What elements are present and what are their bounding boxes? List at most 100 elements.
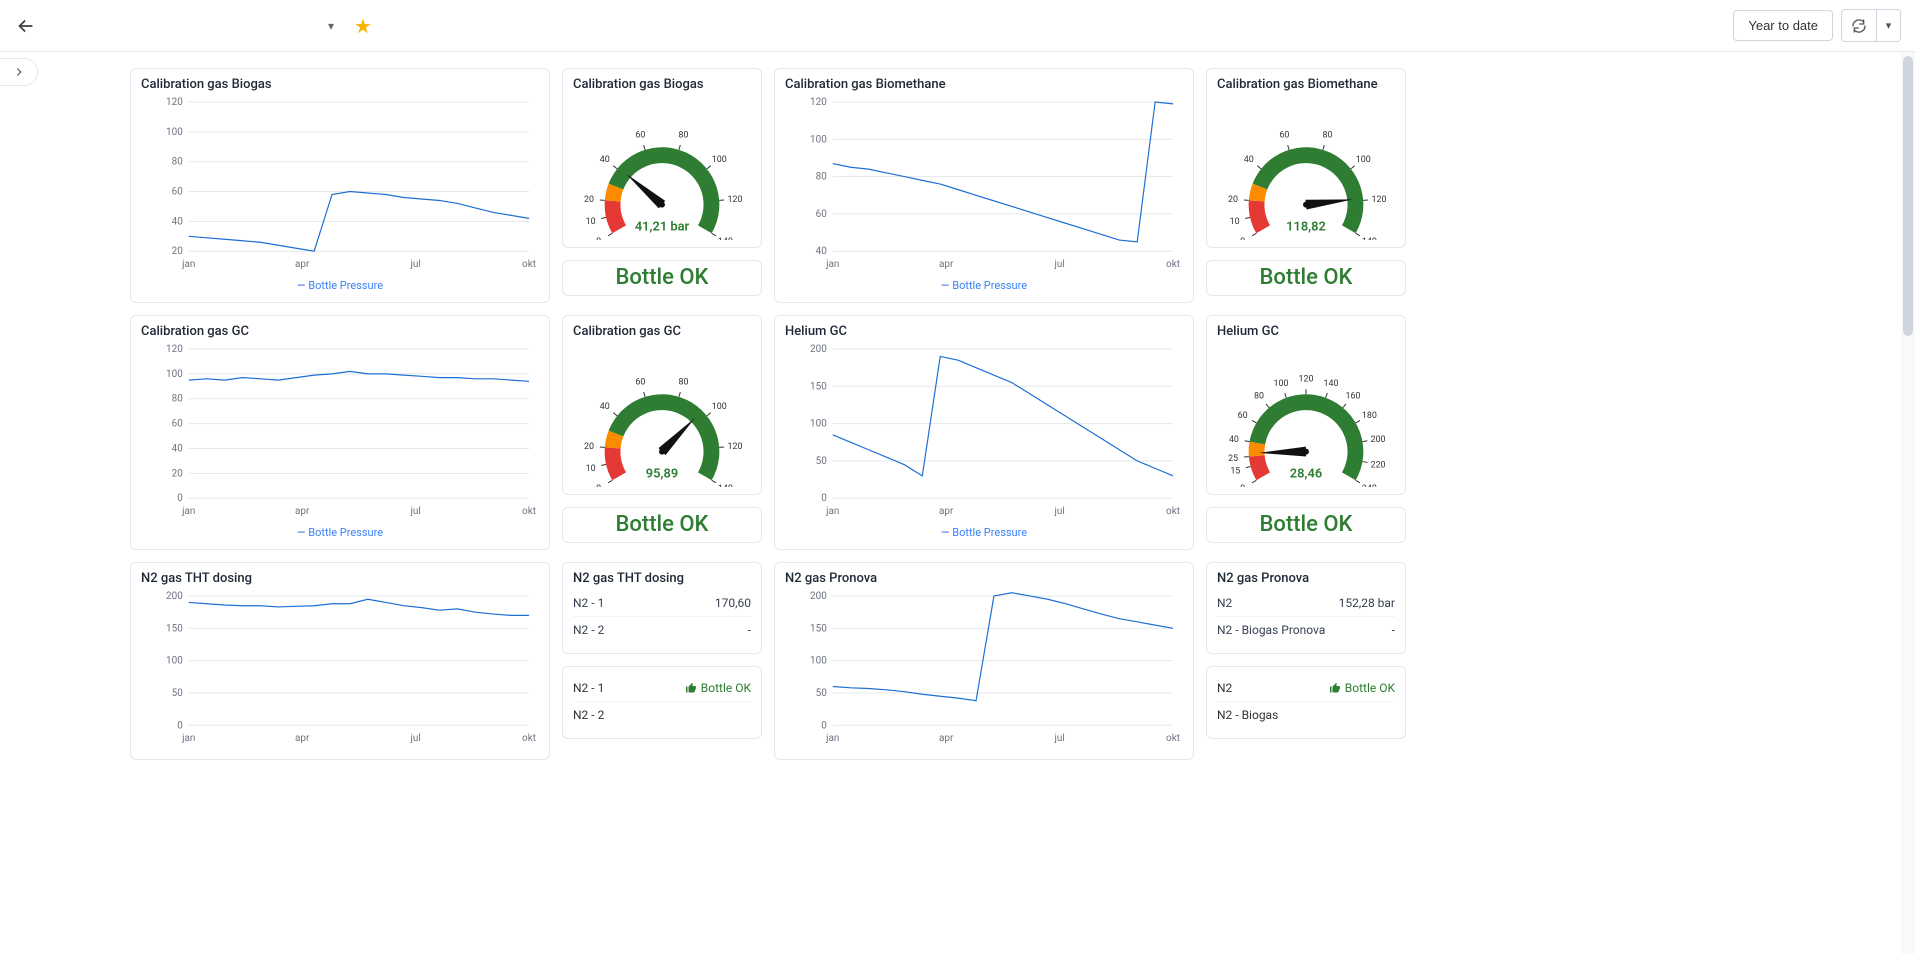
kv-item: N2 - 2 - [573,617,751,643]
kv-list: N2 152,28 bar N2 - Biogas Pronova - [1217,590,1395,643]
svg-text:0: 0 [596,484,601,487]
panel-n2-tht-line[interactable]: N2 gas THT dosing 050100150200janaprjulo… [130,562,550,760]
line-chart: 406080100120janaprjulokt [785,96,1183,275]
line-chart: 050100150200janaprjulokt [141,590,539,749]
topbar-left: ▾ ★ [14,14,372,38]
svg-text:10: 10 [586,464,596,474]
panel-cal-gc-gauge[interactable]: Calibration gas GC 010204060801001201409… [562,315,762,495]
refresh-menu-button[interactable]: ▾ [1877,9,1901,42]
kv-item: N2 Bottle OK [1217,675,1395,702]
kv-key: N2 [1217,596,1232,610]
refresh-button[interactable] [1841,9,1877,42]
svg-text:0: 0 [177,720,183,731]
svg-text:10: 10 [1230,217,1240,227]
arrow-left-icon [15,15,37,37]
svg-text:okt: okt [1166,259,1180,270]
star-icon[interactable]: ★ [354,14,372,38]
svg-text:apr: apr [295,506,310,517]
svg-text:20: 20 [172,468,184,479]
kv-value: - [748,623,751,637]
gauge-chart: 0102040608010012014041,21 bar [573,100,751,240]
chevron-right-icon [12,65,26,79]
gauge-chart: 0152540608010012014016018020022024028,46 [1217,347,1395,487]
panel-title: Calibration gas Biogas [573,77,704,92]
kv-item: N2 152,28 bar [1217,590,1395,617]
panel-helium-gc-line[interactable]: Helium GC 050100150200janaprjulokt Bottl… [774,315,1194,550]
chart-legend: Bottle Pressure [785,279,1183,292]
svg-text:100: 100 [810,134,827,145]
panel-cal-biomethane-status[interactable]: Bottle OK [1206,260,1406,296]
svg-text:60: 60 [172,419,184,430]
panel-cal-biomethane-gauge[interactable]: Calibration gas Biomethane 0102040608010… [1206,68,1406,248]
svg-text:100: 100 [810,656,827,667]
svg-text:jul: jul [1053,259,1064,270]
svg-text:20: 20 [1228,195,1238,205]
svg-text:160: 160 [1346,392,1361,402]
svg-text:140: 140 [1362,237,1377,240]
svg-text:120: 120 [810,97,827,108]
svg-text:60: 60 [635,378,645,388]
panel-n2-pronova-status[interactable]: N2 Bottle OK N2 - Biogas [1206,666,1406,739]
panel-cal-gc-line[interactable]: Calibration gas GC 020406080100120janapr… [130,315,550,550]
kv-key: N2 - Biogas [1217,708,1278,722]
svg-text:0: 0 [1240,237,1245,240]
svg-text:100: 100 [166,656,183,667]
kv-value: - [1392,623,1395,637]
bottle-ok-badge: Bottle OK [1329,681,1395,695]
svg-text:120: 120 [1371,195,1386,205]
panel-cal-biogas-line[interactable]: Calibration gas Biogas 20406080100120jan… [130,68,550,303]
svg-text:100: 100 [712,402,727,412]
panel-n2-tht-values[interactable]: N2 gas THT dosing N2 - 1 170,60 N2 - 2 - [562,562,762,654]
svg-text:100: 100 [1273,379,1288,389]
chart-legend: Bottle Pressure [141,279,539,292]
svg-text:okt: okt [522,733,536,744]
panel-helium-gc-status[interactable]: Bottle OK [1206,507,1406,543]
svg-text:180: 180 [1362,411,1377,421]
kv-key: N2 - 2 [573,623,604,637]
panel-title: Helium GC [785,324,1183,339]
svg-text:okt: okt [522,506,536,517]
panel-cal-gc-status[interactable]: Bottle OK [562,507,762,543]
svg-text:200: 200 [810,344,827,355]
svg-text:jan: jan [825,259,839,270]
panel-cal-biomethane-line[interactable]: Calibration gas Biomethane 406080100120j… [774,68,1194,303]
svg-text:jul: jul [409,506,420,517]
panel-cal-biogas-gauge[interactable]: Calibration gas Biogas 01020406080100120… [562,68,762,248]
panel-title: Calibration gas Biomethane [785,77,1183,92]
svg-text:25: 25 [1228,454,1238,464]
svg-text:28,46: 28,46 [1290,466,1322,481]
side-panel-toggle[interactable] [0,58,38,86]
row-2: Calibration gas GC 020406080100120janapr… [130,315,1785,550]
scrollbar[interactable] [1901,52,1915,954]
svg-text:140: 140 [718,237,733,240]
line-chart: 050100150200janaprjulokt [785,590,1183,749]
svg-text:jan: jan [825,733,839,744]
svg-text:200: 200 [810,591,827,602]
panel-title: Calibration gas GC [573,324,681,339]
panel-n2-tht-status[interactable]: N2 - 1 Bottle OK N2 - 2 [562,666,762,739]
status-text: Bottle OK [616,512,709,537]
svg-text:100: 100 [166,127,183,138]
kv-list: N2 - 1 Bottle OK N2 - 2 [573,675,751,728]
panel-title: N2 gas Pronova [785,571,1183,586]
svg-text:120: 120 [1299,374,1314,384]
line-chart: 020406080100120janaprjulokt [141,343,539,522]
panel-n2-pronova-line[interactable]: N2 gas Pronova 050100150200janaprjulokt [774,562,1194,760]
svg-text:20: 20 [584,442,594,452]
kv-key: N2 - 2 [573,708,604,722]
svg-text:50: 50 [816,688,828,699]
topbar-right: Year to date ▾ [1733,9,1901,42]
back-button[interactable] [14,14,38,38]
svg-text:140: 140 [718,484,733,487]
refresh-group: ▾ [1841,9,1901,42]
scrollbar-thumb[interactable] [1903,56,1913,336]
dashboard-selector-caret[interactable]: ▾ [328,19,334,33]
svg-text:jul: jul [409,733,420,744]
svg-text:80: 80 [816,172,828,183]
panel-n2-pronova-values[interactable]: N2 gas Pronova N2 152,28 bar N2 - Biogas… [1206,562,1406,654]
panel-helium-gc-gauge[interactable]: Helium GC 015254060801001201401601802002… [1206,315,1406,495]
svg-text:80: 80 [1323,131,1333,141]
panel-cal-biogas-status[interactable]: Bottle OK [562,260,762,296]
time-range-button[interactable]: Year to date [1733,10,1833,41]
panel-title: Calibration gas GC [141,324,539,339]
